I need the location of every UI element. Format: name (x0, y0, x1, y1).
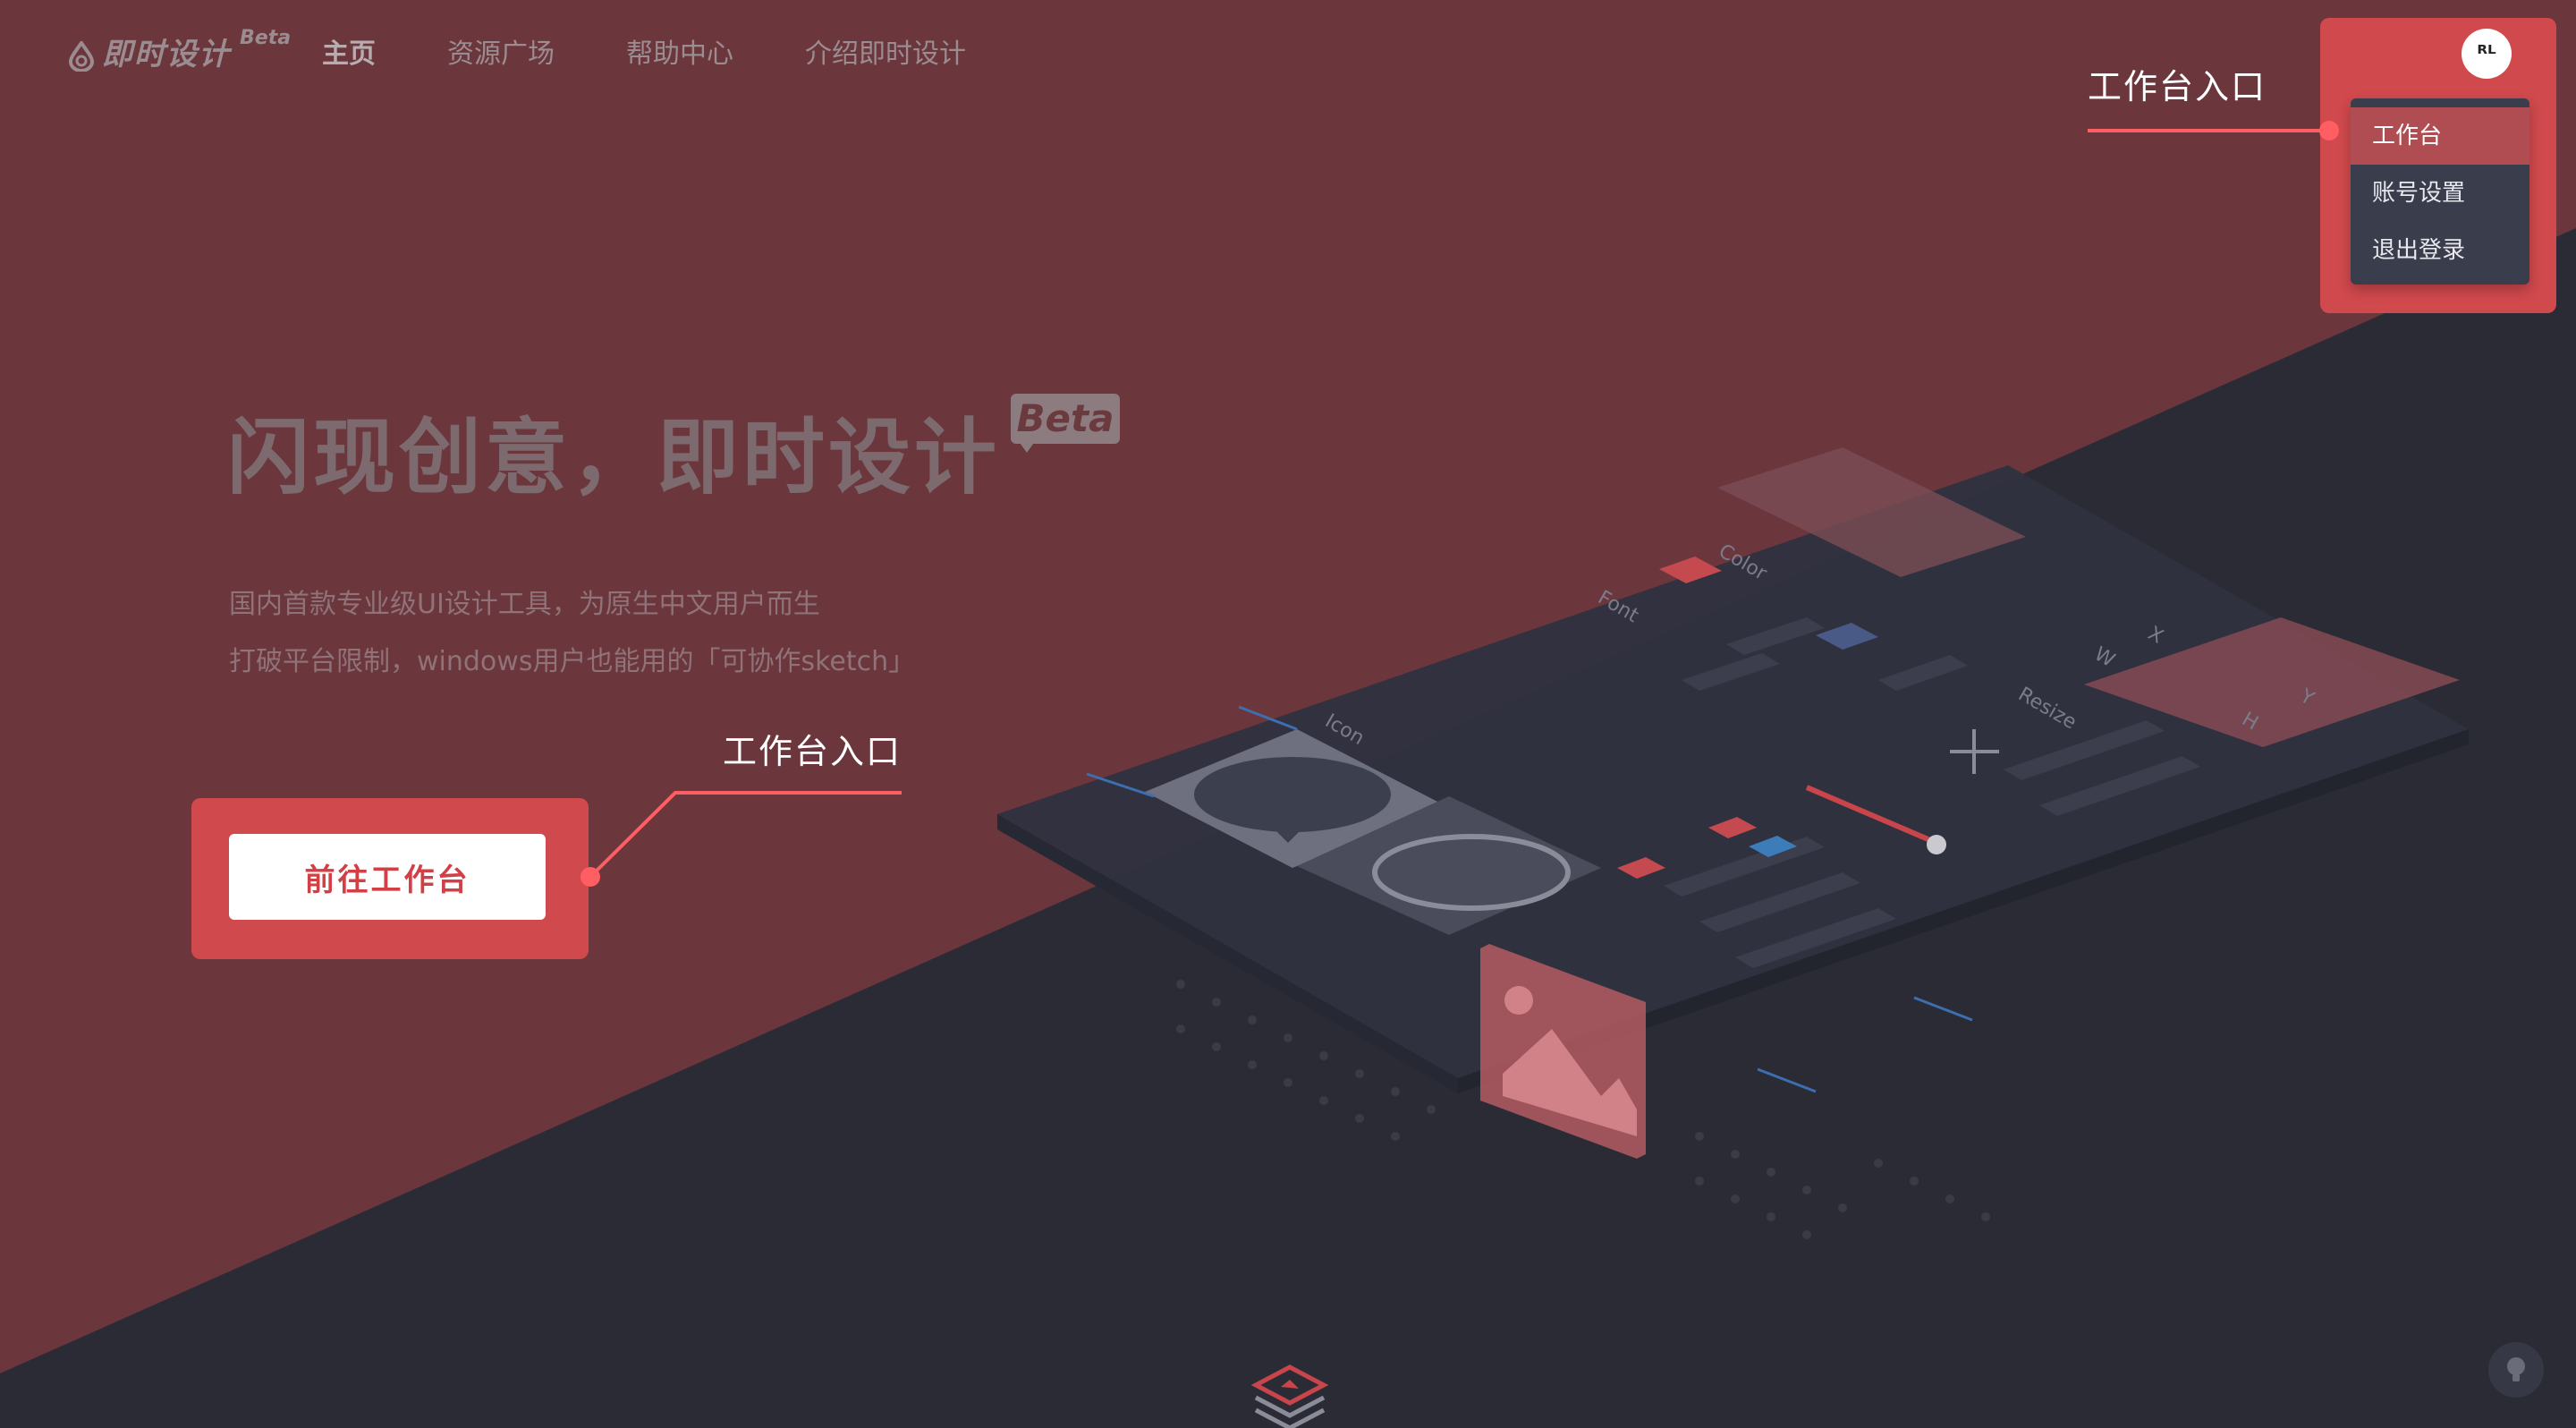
speech-bubble-filled (1194, 757, 1391, 832)
user-dropdown-menu: 工作台 账号设置 退出登录 (2351, 98, 2529, 285)
cta-callout-label: 工作台入口 (723, 732, 902, 771)
help-button[interactable] (2488, 1342, 2544, 1398)
logo-beta-badge: Beta (240, 27, 292, 49)
user-avatar[interactable]: ᴿᴸ (2462, 29, 2512, 79)
menu-item-workspace[interactable]: 工作台 (2351, 107, 2529, 165)
hero-subtitle-line2: 打破平台限制，windows用户也能用的「可协作sketch」 (229, 646, 916, 677)
nav-item-about[interactable]: 介绍即时设计 (805, 34, 966, 75)
menu-item-logout[interactable]: 退出登录 (2351, 222, 2529, 279)
nav-item-help[interactable]: 帮助中心 (626, 34, 733, 75)
logo-text: 即时设计 (102, 37, 231, 72)
logo-drop-icon (68, 41, 95, 72)
brand-logo[interactable]: 即时设计 Beta (66, 27, 291, 77)
go-to-workspace-button[interactable]: 前往工作台 (229, 834, 546, 920)
hero-illustration: Color Font Icon Resize X W Y H (0, 0, 2576, 1373)
nav-item-resources[interactable]: 资源广场 (447, 34, 555, 75)
menu-callout-label: 工作台入口 (2088, 67, 2267, 106)
page: Color Font Icon Resize X W Y H 即时设计 Beta… (0, 0, 2576, 1428)
hero-title: 闪现创意，即时设计 (227, 410, 1001, 506)
lightbulb-icon (2507, 1357, 2525, 1381)
hero-beta-badge-tail (1018, 440, 1036, 453)
hero-subtitle-line1: 国内首款专业级UI设计工具，为原生中文用户而生 (229, 589, 820, 620)
nav-item-home[interactable]: 主页 (322, 34, 376, 75)
menu-item-account-settings[interactable]: 账号设置 (2351, 165, 2529, 222)
hero-beta-badge: Beta (1011, 394, 1120, 444)
layers-scroll-icon[interactable] (1249, 1364, 1331, 1428)
slider-handle (1927, 835, 1946, 854)
top-nav: 主页 资源广场 帮助中心 介绍即时设计 (322, 34, 1038, 75)
